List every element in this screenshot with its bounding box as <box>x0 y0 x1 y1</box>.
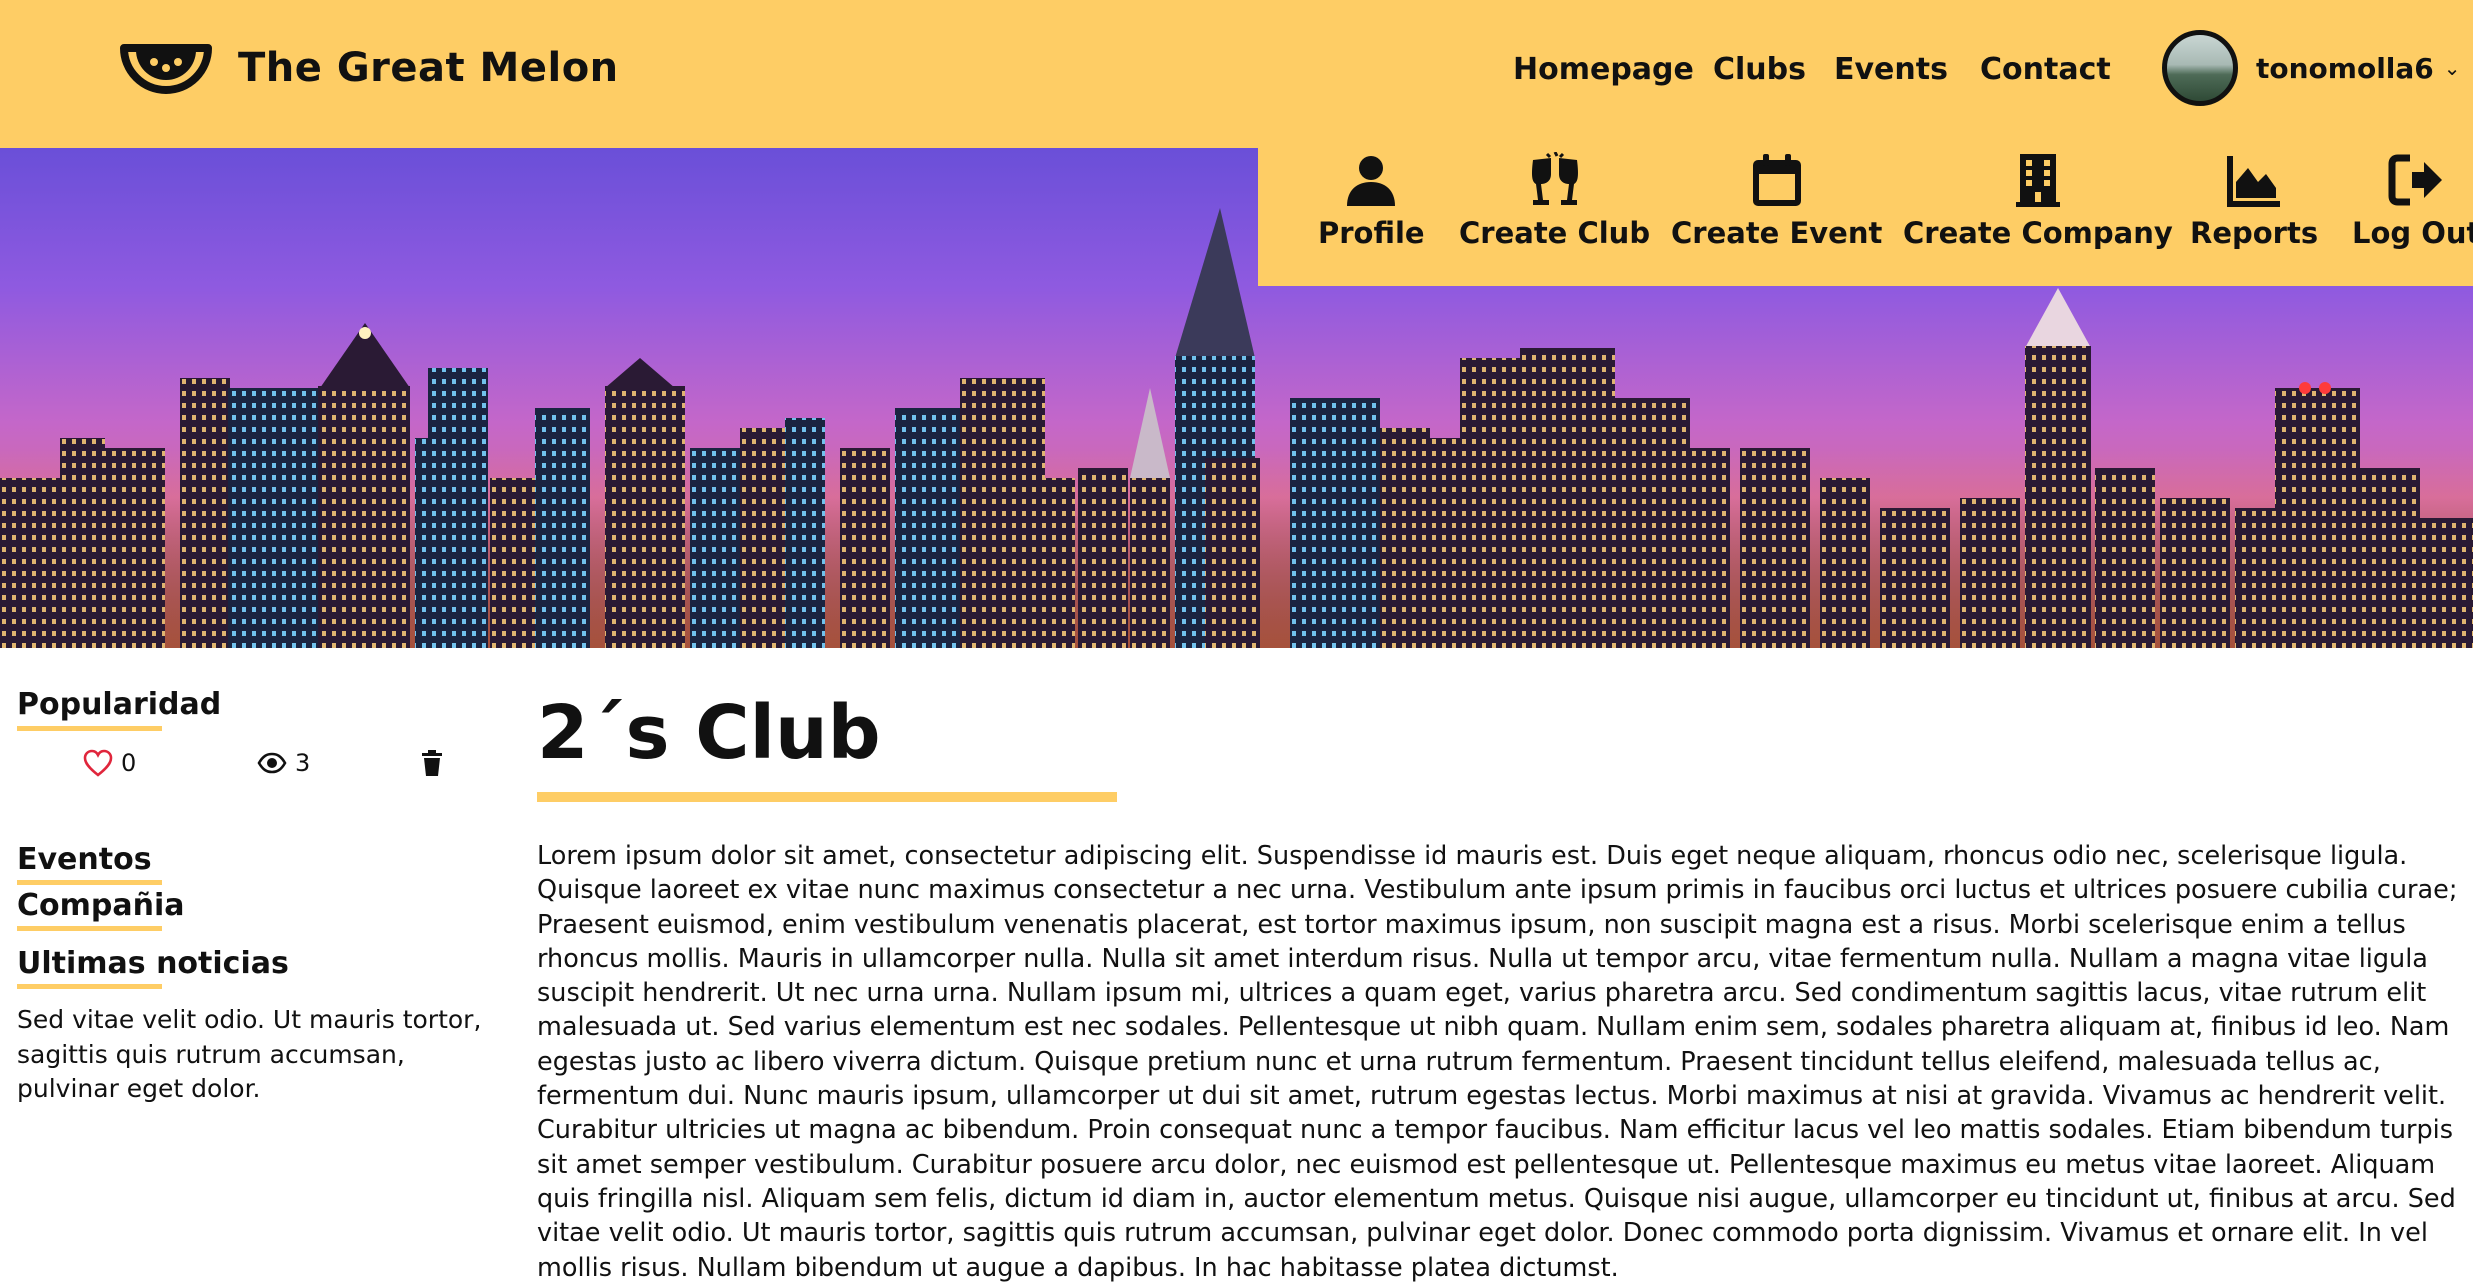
heading-underline <box>17 726 162 731</box>
username: tonomolla6 <box>2256 51 2434 85</box>
brand-name: The Great Melon <box>238 45 619 91</box>
like-button[interactable]: 0 <box>83 748 136 778</box>
nav-clubs[interactable]: Clubs <box>1713 52 1806 87</box>
glasses-cheers-icon <box>1531 152 1578 205</box>
top-navbar: The Great Melon Homepage Clubs Events Co… <box>0 0 2473 148</box>
menu-item-log-out[interactable]: Log Out <box>2352 148 2473 286</box>
heading-underline <box>17 926 162 931</box>
menu-item-profile[interactable]: Profile <box>1318 148 1425 286</box>
nav-events[interactable]: Events <box>1834 52 1948 87</box>
menu-label-create-club: Create Club <box>1459 216 1651 250</box>
nav-homepage[interactable]: Homepage <box>1513 52 1694 87</box>
popularity-heading: Popularidad <box>17 687 222 722</box>
menu-label-reports: Reports <box>2190 216 2319 250</box>
latest-news-text: Sed vitae velit odio. Ut mauris tortor, … <box>17 1005 482 1103</box>
menu-label-profile: Profile <box>1318 216 1425 250</box>
user-icon <box>1347 156 1396 206</box>
menu-item-create-event[interactable]: Create Event <box>1671 148 1882 286</box>
menu-item-reports[interactable]: Reports <box>2190 148 2318 286</box>
heading-underline <box>17 880 162 885</box>
events-link[interactable]: Eventos <box>17 842 152 877</box>
menu-label-create-company: Create Company <box>1903 216 2173 250</box>
delete-button[interactable] <box>417 748 455 778</box>
calendar-icon <box>1752 154 1801 206</box>
building-icon <box>2015 154 2060 207</box>
avatar <box>2162 30 2238 106</box>
chevron-down-icon: ⌄ <box>2443 56 2461 80</box>
melon-logo-icon <box>120 44 212 94</box>
latest-news-heading: Ultimas noticias <box>17 946 289 981</box>
club-description: Lorem ipsum dolor sit amet, consectetur … <box>537 841 2458 1283</box>
trash-icon <box>422 750 442 776</box>
area-chart-icon <box>2227 156 2281 207</box>
eye-icon <box>257 752 287 774</box>
title-underline <box>537 792 1117 802</box>
nav-contact[interactable]: Contact <box>1980 52 2111 87</box>
menu-item-create-club[interactable]: Create Club <box>1459 148 1650 286</box>
menu-item-create-company[interactable]: Create Company <box>1903 148 2173 286</box>
views-count: 3 <box>295 749 311 777</box>
heading-underline <box>17 984 162 989</box>
club-title: 2´s Club <box>537 690 881 776</box>
menu-label-create-event: Create Event <box>1671 216 1883 250</box>
likes-count: 0 <box>121 749 137 777</box>
brand[interactable]: The Great Melon <box>120 38 619 98</box>
sign-out-icon <box>2388 154 2443 206</box>
heart-icon <box>83 749 113 777</box>
company-link[interactable]: Compañia <box>17 888 185 923</box>
user-menu-toggle[interactable]: tonomolla6 ⌄ <box>2162 30 2461 106</box>
views-stat: 3 <box>257 748 310 778</box>
user-dropdown-menu: Profile Create Club Create Event Create … <box>1258 148 2473 286</box>
menu-label-log-out: Log Out <box>2352 216 2473 250</box>
